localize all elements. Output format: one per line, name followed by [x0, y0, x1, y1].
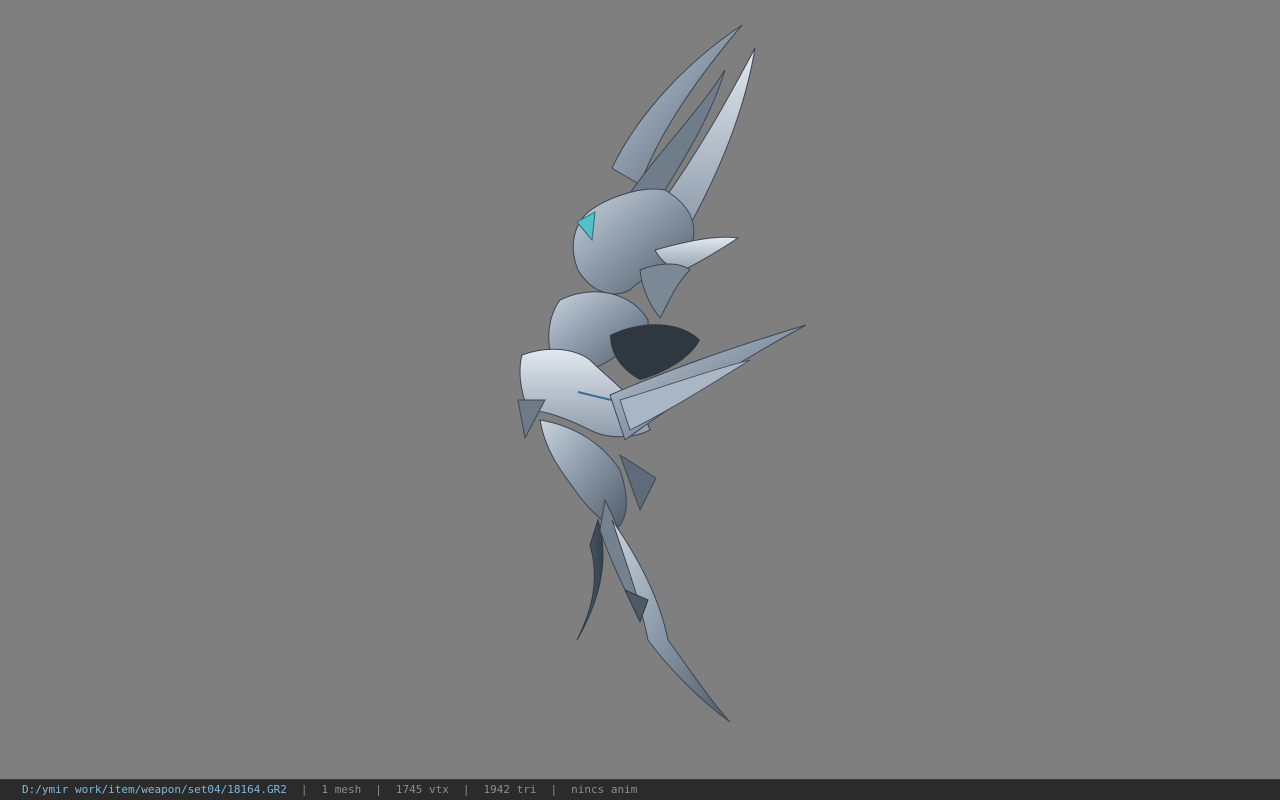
vertex-count-text: 1745 vtx [395, 783, 449, 796]
3d-viewport[interactable] [0, 0, 1280, 779]
animation-status-text: nincs anim [571, 783, 638, 796]
file-path-text: D:/ymir work/item/weapon/set04/18164.GR2 [22, 783, 287, 796]
triangle-count-text: 1942 tri [483, 783, 537, 796]
status-separator: | [375, 783, 382, 796]
status-separator: | [300, 783, 308, 796]
mesh-count-text: 1 mesh [321, 783, 362, 796]
bow-model-render [517, 24, 807, 723]
status-separator: | [550, 783, 558, 796]
status-bar: D:/ymir work/item/weapon/set04/18164.GR2… [0, 779, 1280, 800]
model-viewer-window: D:/ymir work/item/weapon/set04/18164.GR2… [0, 0, 1280, 800]
status-separator: | [462, 783, 470, 796]
